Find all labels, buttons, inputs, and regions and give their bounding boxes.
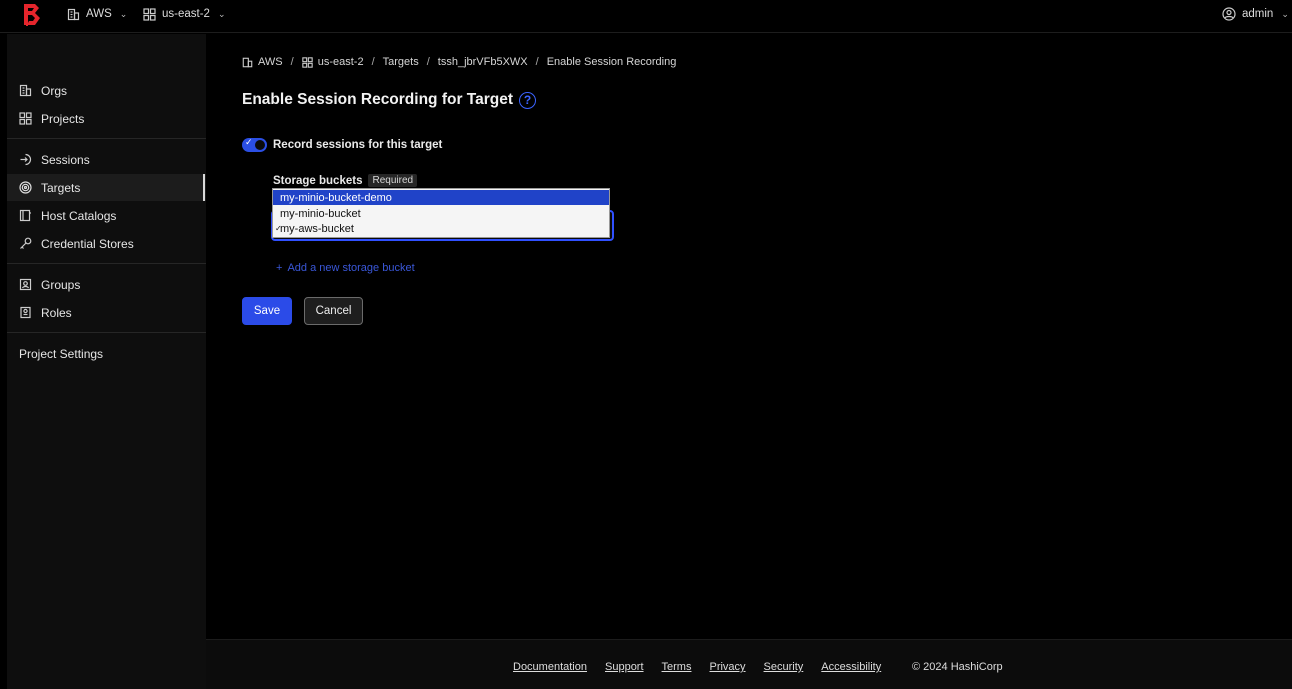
breadcrumb-separator: / — [290, 56, 294, 68]
breadcrumb-separator: / — [426, 56, 430, 68]
sidebar-item-groups[interactable]: Groups — [7, 271, 206, 298]
sidebar-item-label: Roles — [41, 305, 72, 320]
add-storage-bucket-link[interactable]: + Add a new storage bucket — [276, 262, 415, 274]
dropdown-option[interactable]: my-minio-bucket-demo — [273, 190, 609, 205]
option-label: my-minio-bucket — [280, 207, 361, 220]
cancel-button[interactable]: Cancel — [304, 297, 363, 325]
sidebar-item-roles[interactable]: Roles — [7, 299, 206, 326]
sidebar-item-targets[interactable]: Targets — [7, 174, 206, 201]
footer-link-terms[interactable]: Terms — [662, 661, 692, 673]
sidebar: Orgs Projects Sessions Targets Host Cata… — [7, 34, 206, 689]
sidebar-item-credential-stores[interactable]: Credential Stores — [7, 230, 206, 257]
breadcrumb-item-org[interactable]: AWS — [242, 56, 283, 68]
project-name: us-east-2 — [162, 8, 210, 20]
top-bar: AWS ⌄ us-east-2 ⌄ admin ⌄ — [0, 0, 1292, 33]
storage-buckets-label-text: Storage buckets — [273, 174, 363, 187]
main-content: AWS / us-east-2 / Targets / tssh_jbrVFb5… — [206, 34, 1292, 639]
project-switcher[interactable]: us-east-2 ⌄ — [143, 0, 225, 28]
plus-icon: + — [276, 262, 283, 274]
record-sessions-row: ✓ Record sessions for this target — [242, 137, 443, 152]
sessions-icon — [20, 153, 32, 166]
sidebar-divider — [7, 138, 206, 139]
sidebar-item-label: Projects — [41, 111, 85, 126]
footer-link-support[interactable]: Support — [605, 661, 644, 673]
sidebar-item-label: Sessions — [41, 152, 90, 167]
sidebar-item-label: Project Settings — [19, 346, 104, 361]
help-icon[interactable]: ? — [519, 91, 537, 109]
chevron-down-icon: ⌄ — [119, 8, 128, 19]
breadcrumb-label: AWS — [258, 56, 283, 68]
breadcrumb: AWS / us-east-2 / Targets / tssh_jbrVFb5… — [242, 56, 676, 68]
sidebar-item-projects[interactable]: Projects — [7, 105, 206, 132]
user-circle-icon — [1222, 7, 1236, 21]
footer-link-privacy[interactable]: Privacy — [709, 661, 745, 673]
sidebar-item-label: Host Catalogs — [41, 208, 117, 223]
org-name: AWS — [86, 8, 112, 20]
building-icon — [19, 84, 32, 97]
breadcrumb-item-target[interactable]: tssh_jbrVFb5XWX — [438, 56, 528, 68]
dropdown-option[interactable]: ✓ my-aws-bucket — [273, 221, 609, 236]
sidebar-divider — [7, 332, 206, 333]
sidebar-item-host-catalogs[interactable]: Host Catalogs — [7, 202, 206, 229]
save-button[interactable]: Save — [242, 297, 292, 325]
copyright: © 2024 HashiCorp — [912, 661, 1003, 673]
book-icon — [19, 209, 31, 222]
breadcrumb-label: us-east-2 — [317, 56, 364, 68]
check-icon: ✓ — [245, 137, 253, 147]
chevron-down-icon: ⌄ — [1281, 8, 1289, 19]
footer-link-documentation[interactable]: Documentation — [513, 661, 587, 673]
grid-icon — [302, 56, 313, 68]
check-icon: ✓ — [275, 224, 282, 233]
building-icon — [242, 57, 253, 67]
sidebar-item-label: Orgs — [41, 83, 68, 98]
target-icon — [19, 181, 32, 194]
storage-bucket-dropdown: my-minio-bucket-demo my-minio-bucket ✓ m… — [272, 188, 610, 238]
sidebar-item-label: Credential Stores — [41, 236, 134, 251]
required-badge: Required — [368, 174, 418, 187]
record-sessions-label: Record sessions for this target — [273, 139, 443, 151]
org-switcher[interactable]: AWS ⌄ — [67, 0, 127, 28]
user-menu[interactable]: admin ⌄ — [1222, 0, 1289, 28]
groups-icon — [19, 278, 32, 291]
page-title: Enable Session Recording for Target ? — [242, 91, 537, 109]
sidebar-divider — [7, 263, 206, 264]
boundary-logo[interactable] — [22, 3, 42, 27]
breadcrumb-item-current: Enable Session Recording — [546, 56, 677, 68]
footer-link-security[interactable]: Security — [764, 661, 804, 673]
option-label: my-aws-bucket — [280, 222, 354, 235]
add-storage-bucket-label: Add a new storage bucket — [287, 262, 415, 274]
dropdown-option[interactable]: my-minio-bucket — [273, 206, 609, 221]
footer-link-accessibility[interactable]: Accessibility — [821, 661, 881, 673]
record-sessions-toggle[interactable]: ✓ — [242, 137, 267, 152]
sidebar-item-label: Groups — [41, 277, 81, 292]
breadcrumb-separator: / — [371, 56, 375, 68]
id-badge-icon — [20, 306, 31, 319]
footer: Documentation Support Terms Privacy Secu… — [206, 639, 1292, 689]
storage-buckets-label: Storage buckets Required — [273, 174, 418, 187]
grid-icon — [19, 112, 32, 125]
sidebar-item-project-settings[interactable]: Project Settings — [7, 340, 206, 367]
user-name: admin — [1242, 8, 1274, 20]
grid-icon — [143, 7, 156, 21]
page-title-text: Enable Session Recording for Target — [242, 91, 514, 108]
option-label: my-minio-bucket-demo — [280, 191, 392, 204]
sidebar-item-orgs[interactable]: Orgs — [7, 77, 206, 104]
sidebar-item-sessions[interactable]: Sessions — [7, 146, 206, 173]
breadcrumb-item-project[interactable]: us-east-2 — [302, 56, 364, 68]
breadcrumb-separator: / — [535, 56, 539, 68]
sidebar-item-label: Targets — [41, 180, 81, 195]
toggle-knob — [255, 140, 265, 150]
chevron-down-icon: ⌄ — [217, 8, 226, 19]
key-icon — [20, 237, 32, 249]
building-icon — [67, 8, 80, 20]
breadcrumb-item-targets[interactable]: Targets — [383, 56, 419, 68]
footer-links: Documentation Support Terms Privacy Secu… — [513, 661, 881, 673]
